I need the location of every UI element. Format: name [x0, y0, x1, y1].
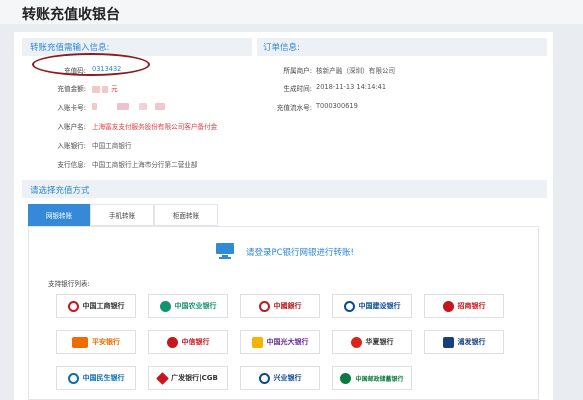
amount-label: 充值金额:	[57, 85, 86, 93]
ceb-logo-icon	[251, 336, 263, 348]
cgb-logo-icon	[156, 371, 169, 385]
bank-cmbc[interactable]: 中国民生银行	[56, 366, 136, 390]
cmbc-logo-icon	[67, 372, 79, 384]
computer-icon	[216, 243, 234, 259]
bank-label: 入账银行:	[57, 142, 86, 150]
amount-value: 元	[92, 83, 118, 93]
spdb-logo-icon	[442, 336, 454, 348]
payment-section-title: 请选择充值方式	[30, 186, 90, 196]
created-time-value: 2018-11-13 14:14:41	[316, 83, 387, 91]
account-name-value: 上海富友支付服务股份有限公司客户备付金	[92, 123, 218, 131]
merchant-label: 所属商户:	[283, 67, 312, 75]
payment-section-bar	[22, 180, 547, 198]
bank-cgb[interactable]: 广发银行|CGB	[148, 366, 228, 390]
bank-ccb[interactable]: 中国建设银行	[332, 294, 412, 318]
hxb-logo-icon	[350, 336, 362, 348]
tab-mobile-transfer[interactable]: 手机转账	[90, 204, 154, 226]
bank-spdb[interactable]: 浦发银行	[424, 330, 504, 354]
psbc-logo-icon	[340, 372, 352, 384]
login-instruction: 请登录PC银行网银进行转账!	[246, 248, 354, 258]
pingan-logo-icon	[72, 336, 88, 348]
left-section-title: 转账充值需输入信息:	[30, 43, 110, 53]
created-time-label: 生成时间:	[283, 85, 312, 93]
page-title: 转账充值收银台	[22, 7, 120, 23]
bank-ceb[interactable]: 中国光大银行	[240, 330, 320, 354]
right-section-title: 订单信息:	[263, 43, 300, 53]
merchant-value: 核新产融（深圳）有限公司	[316, 67, 396, 75]
tab-counter-transfer[interactable]: 柜面转账	[154, 204, 218, 226]
redacted-amount-2	[102, 85, 109, 93]
account-name-label: 入账户名:	[57, 123, 86, 131]
abc-logo-icon	[159, 300, 171, 312]
serial-number-label: 充值流水号:	[276, 104, 312, 112]
right-section-bar	[257, 38, 547, 56]
bank-cmb[interactable]: 招商银行	[424, 294, 504, 318]
account-number-label: 入账卡号:	[57, 104, 86, 112]
supported-banks-label: 支持银行列表:	[48, 280, 90, 288]
icbc-logo-icon	[67, 300, 79, 312]
bank-psbc[interactable]: 中国邮政储蓄银行	[332, 366, 412, 390]
account-number-value	[92, 102, 166, 110]
tab-online-banking[interactable]: 网银转账	[28, 204, 90, 226]
bank-hxb[interactable]: 华夏银行	[332, 330, 412, 354]
citic-logo-icon	[166, 336, 178, 348]
bank-citic[interactable]: 中信银行	[148, 330, 228, 354]
ccb-logo-icon	[343, 300, 355, 312]
bank-value: 中国工商银行	[92, 142, 132, 150]
cmb-logo-icon	[442, 300, 454, 312]
bank-abc[interactable]: 中国农业银行	[148, 294, 228, 318]
serial-number-value: T000300619	[316, 102, 358, 110]
boc-logo-icon	[258, 300, 270, 312]
cib-logo-icon	[258, 372, 270, 384]
bank-cib[interactable]: 兴业银行	[240, 366, 320, 390]
bank-boc[interactable]: 中國銀行	[240, 294, 320, 318]
branch-value: 中国工商银行上海市分行第二营业部	[92, 161, 198, 169]
highlight-circle	[32, 53, 150, 76]
bank-icbc[interactable]: 中国工商银行	[56, 294, 136, 318]
bank-pingan[interactable]: 平安银行	[56, 330, 136, 354]
branch-label: 支行信息:	[57, 161, 86, 169]
main-panel: 转账充值需输入信息: 订单信息: 充值码: 0313432 充值金额: 元 入账…	[14, 32, 553, 400]
redacted-amount	[92, 85, 100, 93]
